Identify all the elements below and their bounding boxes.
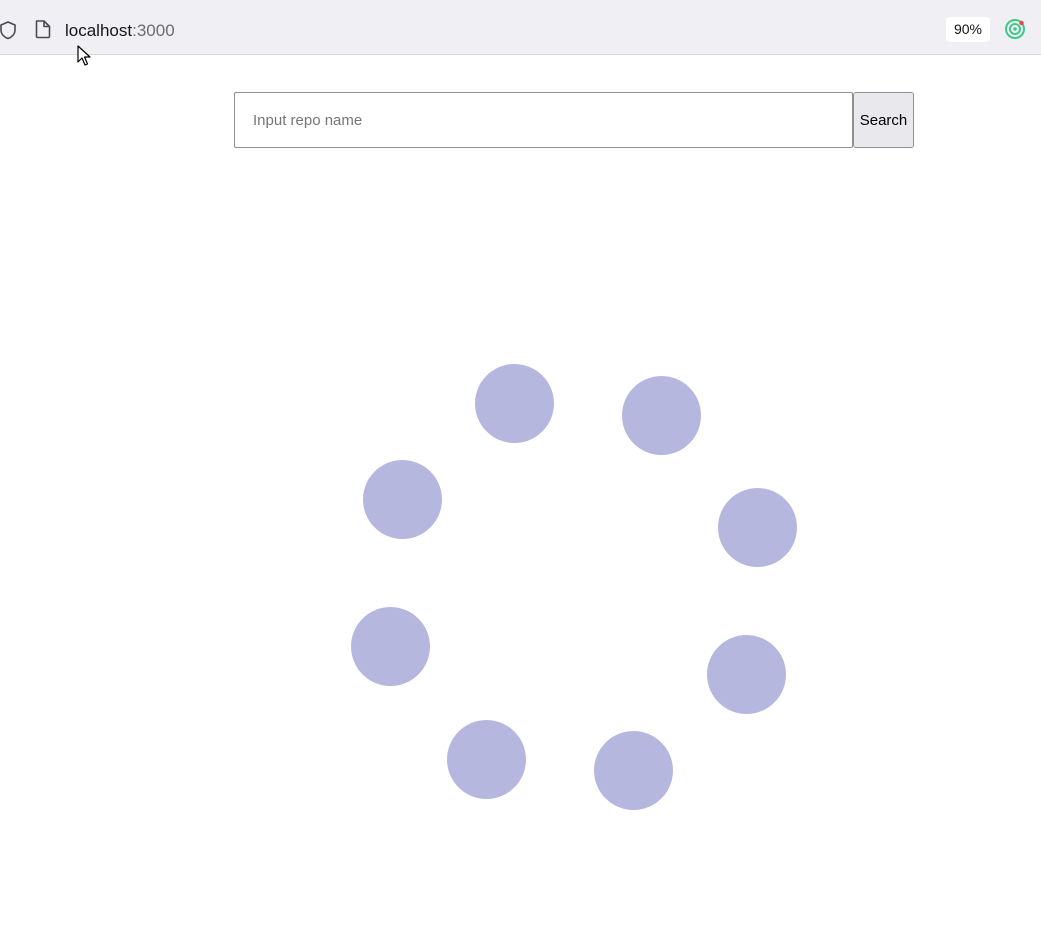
page-icon[interactable] (34, 19, 52, 39)
spinner-dot (362, 459, 442, 539)
spinner-dot (350, 607, 430, 687)
url-text[interactable]: localhost:3000 (65, 20, 175, 42)
search-form: Search (234, 92, 914, 148)
spinner-dot (622, 375, 702, 455)
spinner-dot (474, 363, 554, 443)
address-bar[interactable]: localhost:3000 90% (0, 6, 1041, 55)
chevron-down-icon[interactable] (1034, 26, 1041, 32)
spinner-dot (446, 719, 526, 799)
url-port: :3000 (132, 21, 175, 40)
url-host: localhost (65, 21, 133, 40)
spinner-dot (706, 635, 786, 715)
mouse-cursor-icon (77, 45, 91, 67)
spinner-dot (594, 731, 674, 811)
shield-icon[interactable] (0, 20, 18, 40)
search-input[interactable] (234, 92, 853, 148)
zoom-level-badge[interactable]: 90% (946, 17, 990, 42)
spinner-dot (718, 487, 798, 567)
search-button[interactable]: Search (853, 92, 914, 148)
extension-icon[interactable] (1004, 18, 1026, 40)
